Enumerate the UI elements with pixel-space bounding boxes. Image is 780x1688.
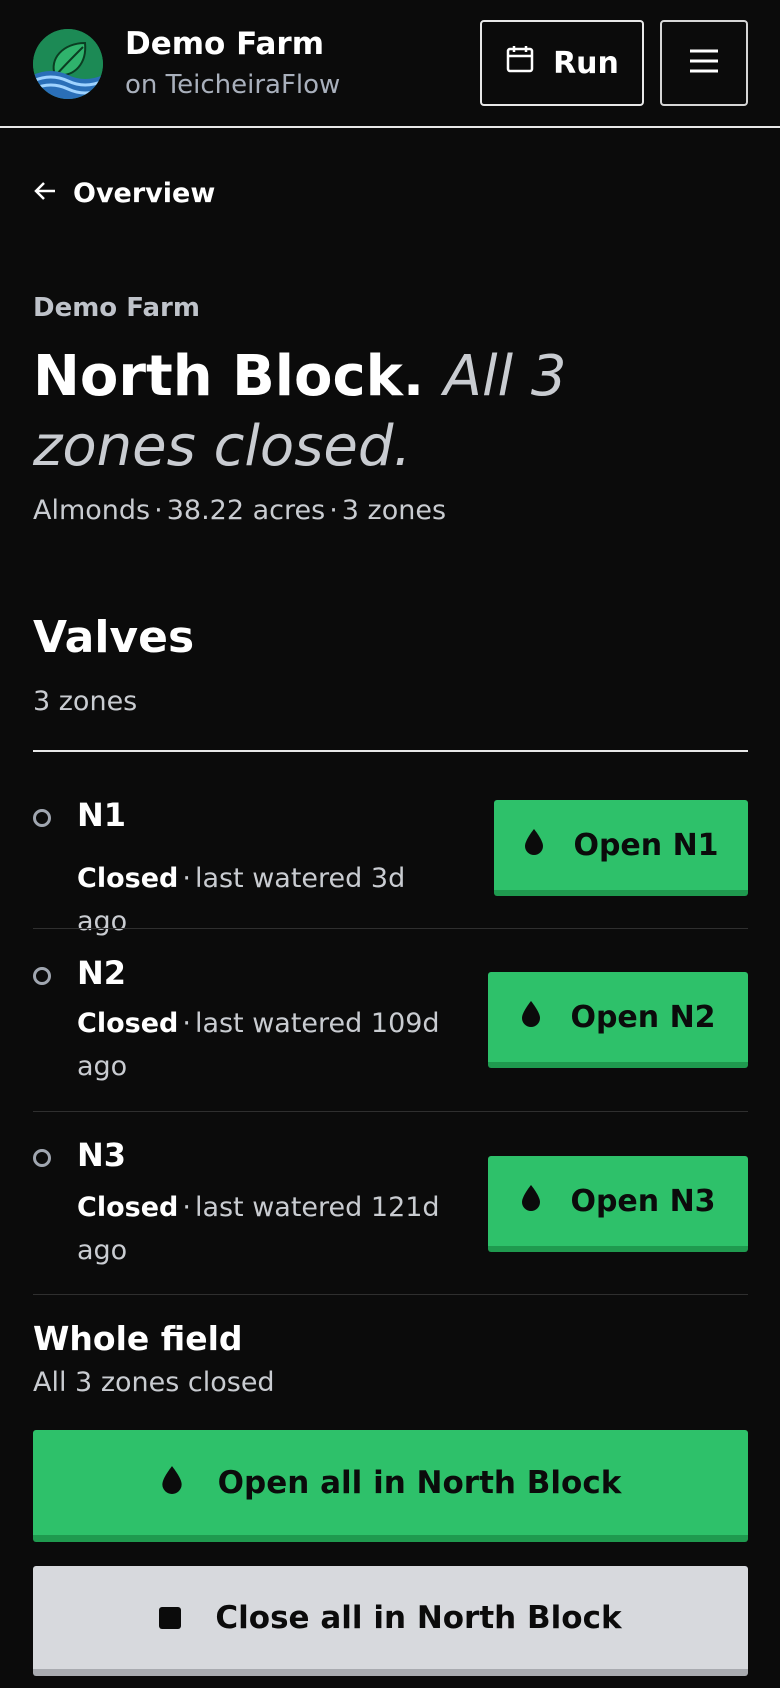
status-ring-icon bbox=[33, 967, 51, 985]
divider bbox=[33, 1111, 748, 1112]
zone-name: N2 bbox=[77, 954, 127, 992]
whole-field-heading: Whole field bbox=[33, 1319, 243, 1358]
calendar-icon bbox=[505, 44, 535, 82]
farm-label: Demo Farm bbox=[33, 293, 200, 323]
zone-status: Closed · last watered 3d ago bbox=[77, 857, 447, 943]
zone-name: N1 bbox=[77, 796, 127, 834]
open-zone-button[interactable]: Open N2 bbox=[488, 972, 748, 1068]
separator: · bbox=[154, 495, 163, 526]
run-label: Run bbox=[553, 45, 619, 81]
water-drop-icon bbox=[160, 1464, 184, 1502]
platform-name: on TeicheiraFlow bbox=[125, 70, 341, 100]
zone-status: Closed · last watered 121d ago bbox=[77, 1186, 447, 1272]
open-zone-label: Open N1 bbox=[573, 827, 719, 863]
stop-square-icon bbox=[159, 1606, 182, 1629]
water-drop-icon bbox=[520, 999, 542, 1035]
block-meta: Almonds · 38.22 acres · 3 zones bbox=[33, 495, 446, 526]
close-all-label: Close all in North Block bbox=[215, 1599, 622, 1636]
whole-field-status: All 3 zones closed bbox=[33, 1367, 275, 1398]
crop: Almonds bbox=[33, 495, 151, 526]
back-to-overview-link[interactable]: Overview bbox=[33, 178, 215, 209]
run-button[interactable]: Run bbox=[480, 20, 644, 106]
zone-name: N3 bbox=[77, 1136, 127, 1174]
separator: · bbox=[182, 863, 191, 894]
divider bbox=[33, 750, 748, 752]
divider bbox=[33, 1294, 748, 1295]
open-zone-button[interactable]: Open N1 bbox=[494, 800, 748, 896]
status-ring-icon bbox=[33, 809, 51, 827]
status-ring-icon bbox=[33, 1149, 51, 1167]
valves-count: 3 zones bbox=[33, 686, 138, 717]
zone-state: Closed bbox=[77, 1192, 179, 1223]
page-title: North Block. All 3 zones closed. bbox=[33, 342, 593, 482]
farm-name: Demo Farm bbox=[125, 26, 325, 62]
open-all-label: Open all in North Block bbox=[217, 1464, 622, 1501]
open-zone-label: Open N3 bbox=[570, 1183, 716, 1219]
open-zone-button[interactable]: Open N3 bbox=[488, 1156, 748, 1252]
block-name: North Block. bbox=[33, 344, 425, 409]
close-all-button[interactable]: Close all in North Block bbox=[33, 1566, 748, 1676]
acreage: 38.22 acres bbox=[166, 495, 326, 526]
app-header: Demo Farm on TeicheiraFlow Run bbox=[0, 0, 780, 128]
zone-state: Closed bbox=[77, 1008, 179, 1039]
arrow-left-icon bbox=[33, 178, 57, 209]
back-label: Overview bbox=[73, 178, 216, 209]
water-drop-icon bbox=[523, 827, 545, 863]
divider bbox=[33, 928, 748, 929]
zone-state: Closed bbox=[77, 863, 179, 894]
zone-status: Closed · last watered 109d ago bbox=[77, 1002, 447, 1088]
separator: · bbox=[329, 495, 338, 526]
separator: · bbox=[182, 1008, 191, 1039]
valves-heading: Valves bbox=[33, 612, 195, 663]
zone-count: 3 zones bbox=[341, 495, 447, 526]
leaf-water-logo bbox=[33, 29, 103, 99]
separator: · bbox=[182, 1192, 191, 1223]
open-zone-label: Open N2 bbox=[570, 999, 716, 1035]
water-drop-icon bbox=[520, 1183, 542, 1219]
menu-button[interactable] bbox=[660, 20, 748, 106]
hamburger-menu-icon bbox=[688, 47, 720, 79]
open-all-button[interactable]: Open all in North Block bbox=[33, 1430, 748, 1542]
